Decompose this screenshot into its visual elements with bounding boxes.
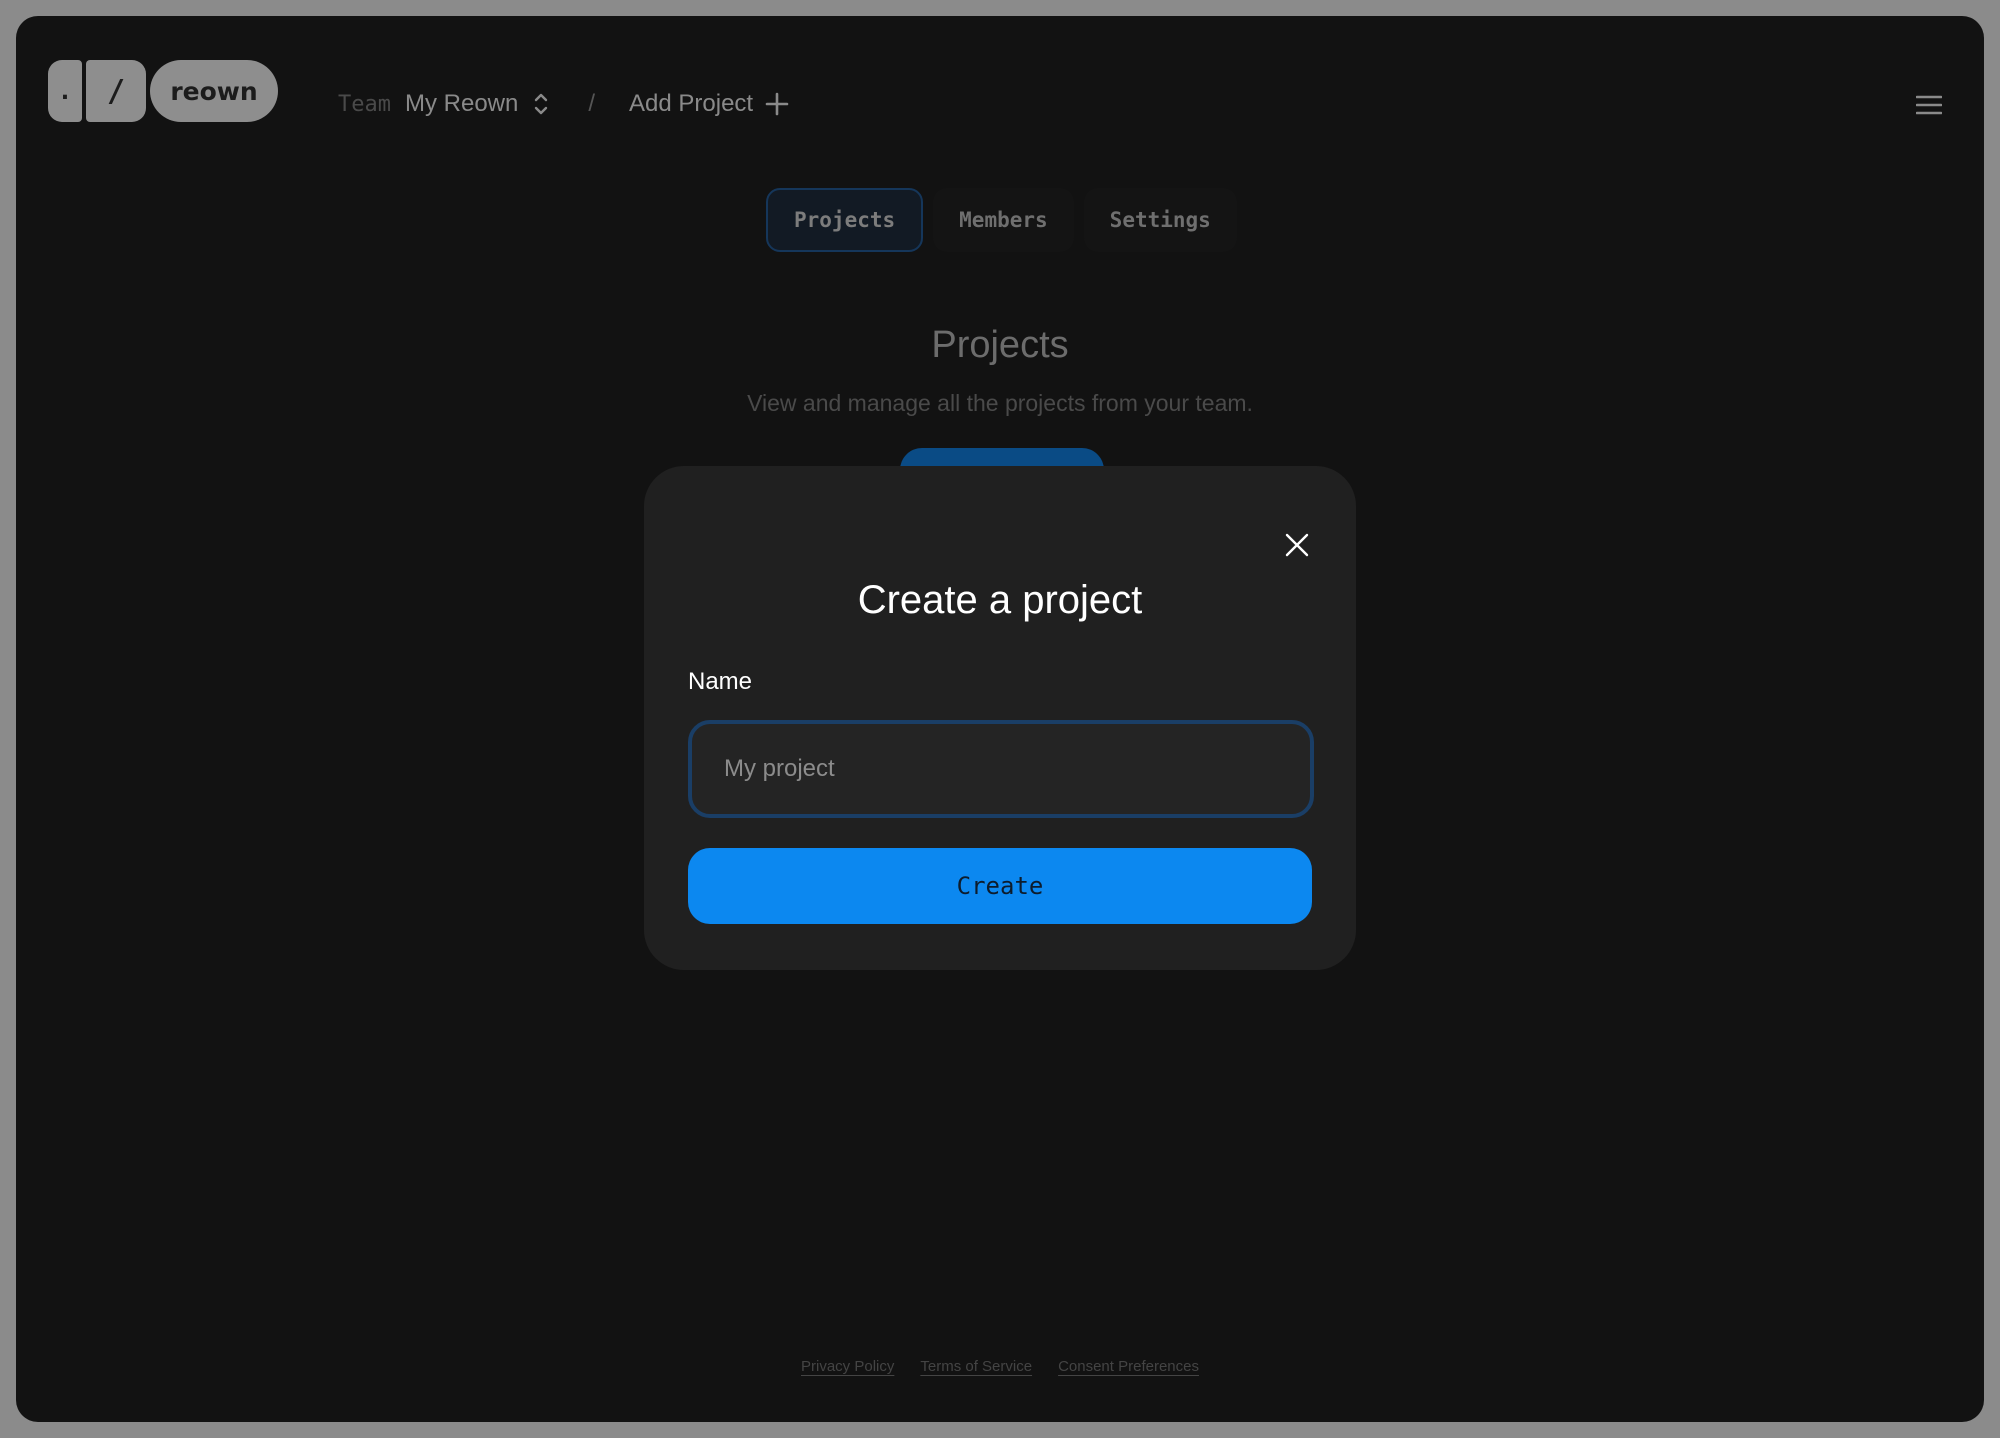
tab-settings[interactable]: Settings — [1083, 188, 1237, 252]
team-selector[interactable]: My Reown — [405, 90, 518, 118]
tab-members[interactable]: Members — [933, 188, 1074, 252]
breadcrumb-separator: / — [588, 90, 596, 117]
team-label: Team — [338, 91, 391, 117]
logo-wordmark: reown — [150, 60, 278, 122]
tab-bar: Projects Members Settings — [766, 188, 1237, 252]
plus-icon[interactable] — [765, 92, 789, 116]
tab-projects[interactable]: Projects — [766, 188, 924, 252]
name-field-label: Name — [688, 668, 753, 695]
create-project-modal: Create a project Name Create — [644, 466, 1356, 970]
project-name-input[interactable] — [688, 720, 1314, 818]
add-project-link[interactable]: Add Project — [629, 90, 753, 118]
create-button[interactable]: Create — [688, 848, 1312, 924]
privacy-policy-link[interactable]: Privacy Policy — [801, 1358, 894, 1375]
logo-dot-segment: . — [48, 60, 82, 122]
page-title: Projects — [931, 324, 1069, 366]
app-window: . / reown Team My Reown / Add Project Pr… — [16, 16, 1984, 1422]
chevron-up-down-icon[interactable] — [532, 91, 550, 117]
logo-slash-segment: / — [86, 60, 146, 122]
footer-links: Privacy Policy Terms of Service Consent … — [16, 1358, 1984, 1375]
page-subtitle: View and manage all the projects from yo… — [747, 390, 1253, 416]
hamburger-menu-icon[interactable] — [1916, 94, 1942, 116]
reown-logo[interactable]: . / reown — [48, 60, 278, 122]
terms-of-service-link[interactable]: Terms of Service — [920, 1358, 1032, 1375]
consent-preferences-link[interactable]: Consent Preferences — [1058, 1358, 1199, 1375]
close-icon[interactable] — [1284, 532, 1310, 558]
modal-title: Create a project — [857, 578, 1143, 622]
breadcrumb: Team My Reown / Add Project — [338, 90, 789, 118]
